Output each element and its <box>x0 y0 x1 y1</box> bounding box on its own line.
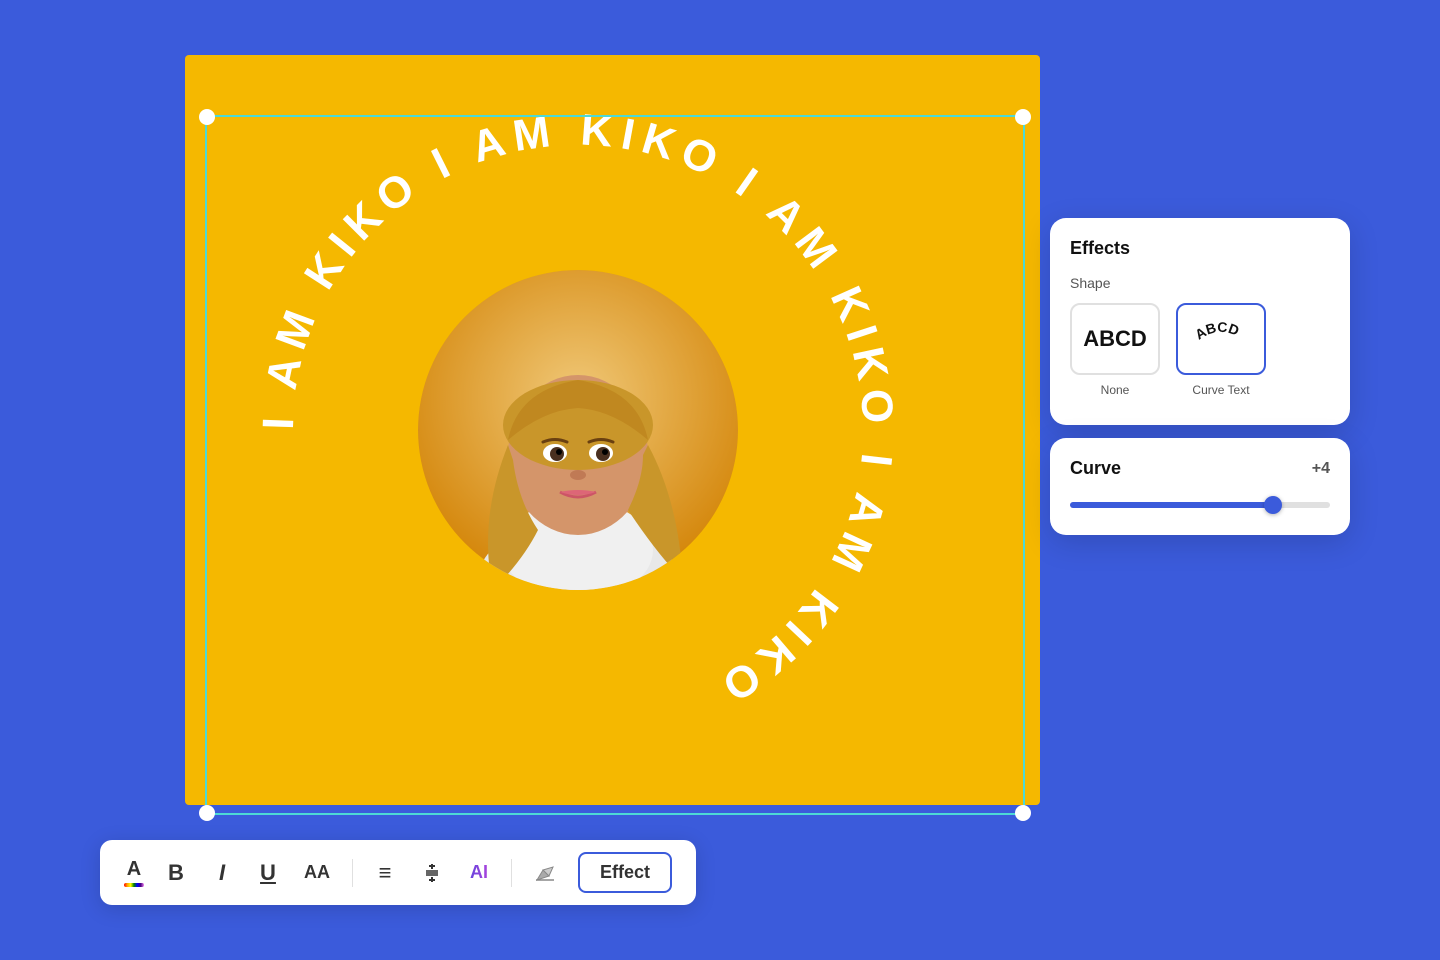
shape-options: ABCD None ABCD Curve Text <box>1070 303 1330 397</box>
font-size-icon: AA <box>304 862 330 883</box>
toolbar: A B I U AA ≡ AI <box>100 840 696 905</box>
curve-text-preview: ABCD <box>1186 312 1256 367</box>
shape-curve-label: Curve Text <box>1192 383 1249 397</box>
effects-panel: Effects Shape ABCD None ABCD Curve Text <box>1050 218 1350 425</box>
shape-section-label: Shape <box>1070 275 1330 291</box>
shape-none-box[interactable]: ABCD <box>1070 303 1160 375</box>
curve-header: Curve +4 <box>1070 458 1330 479</box>
align-button[interactable]: ≡ <box>371 856 399 890</box>
separator-2 <box>511 859 512 887</box>
slider-container <box>1070 495 1330 515</box>
ai-icon: AI <box>470 862 488 883</box>
underline-button[interactable]: U <box>254 856 282 890</box>
separator-1 <box>352 859 353 887</box>
shape-option-curve[interactable]: ABCD Curve Text <box>1176 303 1266 397</box>
line-height-icon <box>421 862 443 884</box>
slider-thumb[interactable] <box>1264 496 1282 514</box>
line-height-button[interactable] <box>417 858 447 888</box>
eraser-button[interactable] <box>530 858 560 888</box>
curve-panel: Curve +4 <box>1050 438 1350 535</box>
eraser-icon <box>534 862 556 884</box>
svg-text:ABCD: ABCD <box>1192 318 1241 342</box>
align-icon: ≡ <box>379 860 392 886</box>
italic-button[interactable]: I <box>208 856 236 890</box>
font-color-button[interactable]: A <box>124 858 144 887</box>
shape-none-text: ABCD <box>1083 326 1147 352</box>
font-color-letter: A <box>127 858 141 881</box>
shape-option-none[interactable]: ABCD None <box>1070 303 1160 397</box>
effects-panel-title: Effects <box>1070 238 1330 259</box>
handle-tr[interactable] <box>1015 109 1031 125</box>
bold-icon: B <box>168 860 184 886</box>
curve-value: +4 <box>1312 460 1330 478</box>
slider-fill <box>1070 502 1273 508</box>
photo-circle <box>418 270 738 590</box>
font-size-button[interactable]: AA <box>300 858 334 887</box>
effect-label: Effect <box>600 862 650 882</box>
slider-track <box>1070 502 1330 508</box>
ai-button[interactable]: AI <box>465 858 493 887</box>
handle-tl[interactable] <box>199 109 215 125</box>
color-bar <box>124 883 144 887</box>
underline-icon: U <box>260 860 276 886</box>
bold-button[interactable]: B <box>162 856 190 890</box>
curve-title: Curve <box>1070 458 1121 479</box>
shape-none-label: None <box>1101 383 1130 397</box>
design-card: I AM KIKO I AM KIKO I AM KIKO I AM KIKO <box>185 55 1040 805</box>
effect-button[interactable]: Effect <box>578 852 672 893</box>
shape-curve-box[interactable]: ABCD <box>1176 303 1266 375</box>
italic-icon: I <box>219 860 225 886</box>
